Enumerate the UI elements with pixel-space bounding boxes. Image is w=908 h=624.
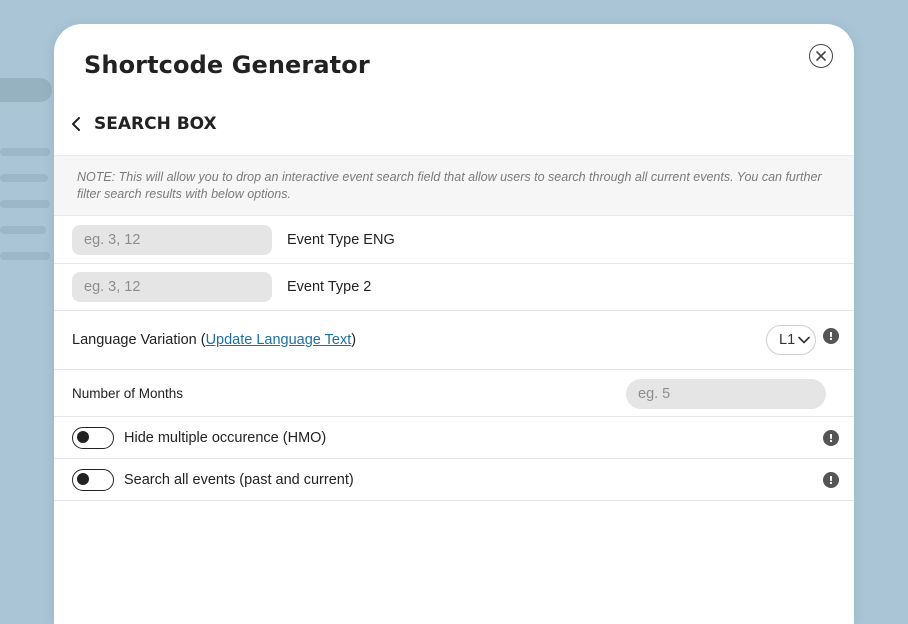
language-variation-label: Language Variation (Update Language Text… <box>72 332 356 348</box>
language-label-prefix: Language Variation ( <box>72 332 206 348</box>
note-text: NOTE: This will allow you to drop an int… <box>54 155 854 216</box>
event-type-eng-input[interactable] <box>72 224 272 255</box>
close-icon <box>816 51 826 61</box>
close-button[interactable] <box>809 44 833 68</box>
number-of-months-input[interactable] <box>626 379 826 409</box>
search-all-row: Search all events (past and current) ! <box>54 459 854 501</box>
event-type-2-input[interactable] <box>72 272 272 302</box>
search-all-label: Search all events (past and current) <box>124 471 354 488</box>
event-type-2-label: Event Type 2 <box>287 279 372 295</box>
section-header: SEARCH BOX <box>66 112 217 136</box>
hide-multiple-row: Hide multiple occurence (HMO) ! <box>54 417 854 459</box>
background-line <box>0 226 46 234</box>
back-button[interactable] <box>66 112 86 136</box>
background-line <box>0 200 50 208</box>
chevron-left-icon <box>72 117 80 131</box>
search-all-toggle[interactable] <box>72 468 114 491</box>
background-line <box>0 174 48 182</box>
background-line <box>0 252 50 260</box>
event-type-eng-label: Event Type ENG <box>287 231 395 248</box>
section-title: SEARCH BOX <box>94 114 217 134</box>
number-of-months-row: Number of Months <box>54 370 854 417</box>
hide-multiple-label: Hide multiple occurence (HMO) <box>124 429 327 446</box>
language-variation-row: Language Variation (Update Language Text… <box>54 311 854 370</box>
toggle-knob <box>77 473 89 485</box>
hide-multiple-toggle[interactable] <box>72 426 114 449</box>
language-label-suffix: ) <box>351 332 357 348</box>
info-icon[interactable]: ! <box>823 472 839 488</box>
event-type-eng-row: Event Type ENG <box>54 216 854 264</box>
number-of-months-label: Number of Months <box>72 385 184 401</box>
chevron-down-icon <box>798 336 810 344</box>
info-icon[interactable]: ! <box>823 430 839 446</box>
modal-title: Shortcode Generator <box>84 51 370 79</box>
background-pill <box>0 78 52 102</box>
language-select[interactable]: L1 <box>766 325 816 355</box>
toggle-knob <box>77 431 89 443</box>
shortcode-generator-modal: Shortcode Generator SEARCH BOX NOTE: Thi… <box>54 24 854 624</box>
update-language-text-link[interactable]: Update Language Text <box>206 332 352 348</box>
language-selected-value: L1 <box>779 332 796 348</box>
info-icon[interactable]: ! <box>823 328 839 344</box>
event-type-2-row: Event Type 2 <box>54 264 854 311</box>
background-line <box>0 148 50 156</box>
